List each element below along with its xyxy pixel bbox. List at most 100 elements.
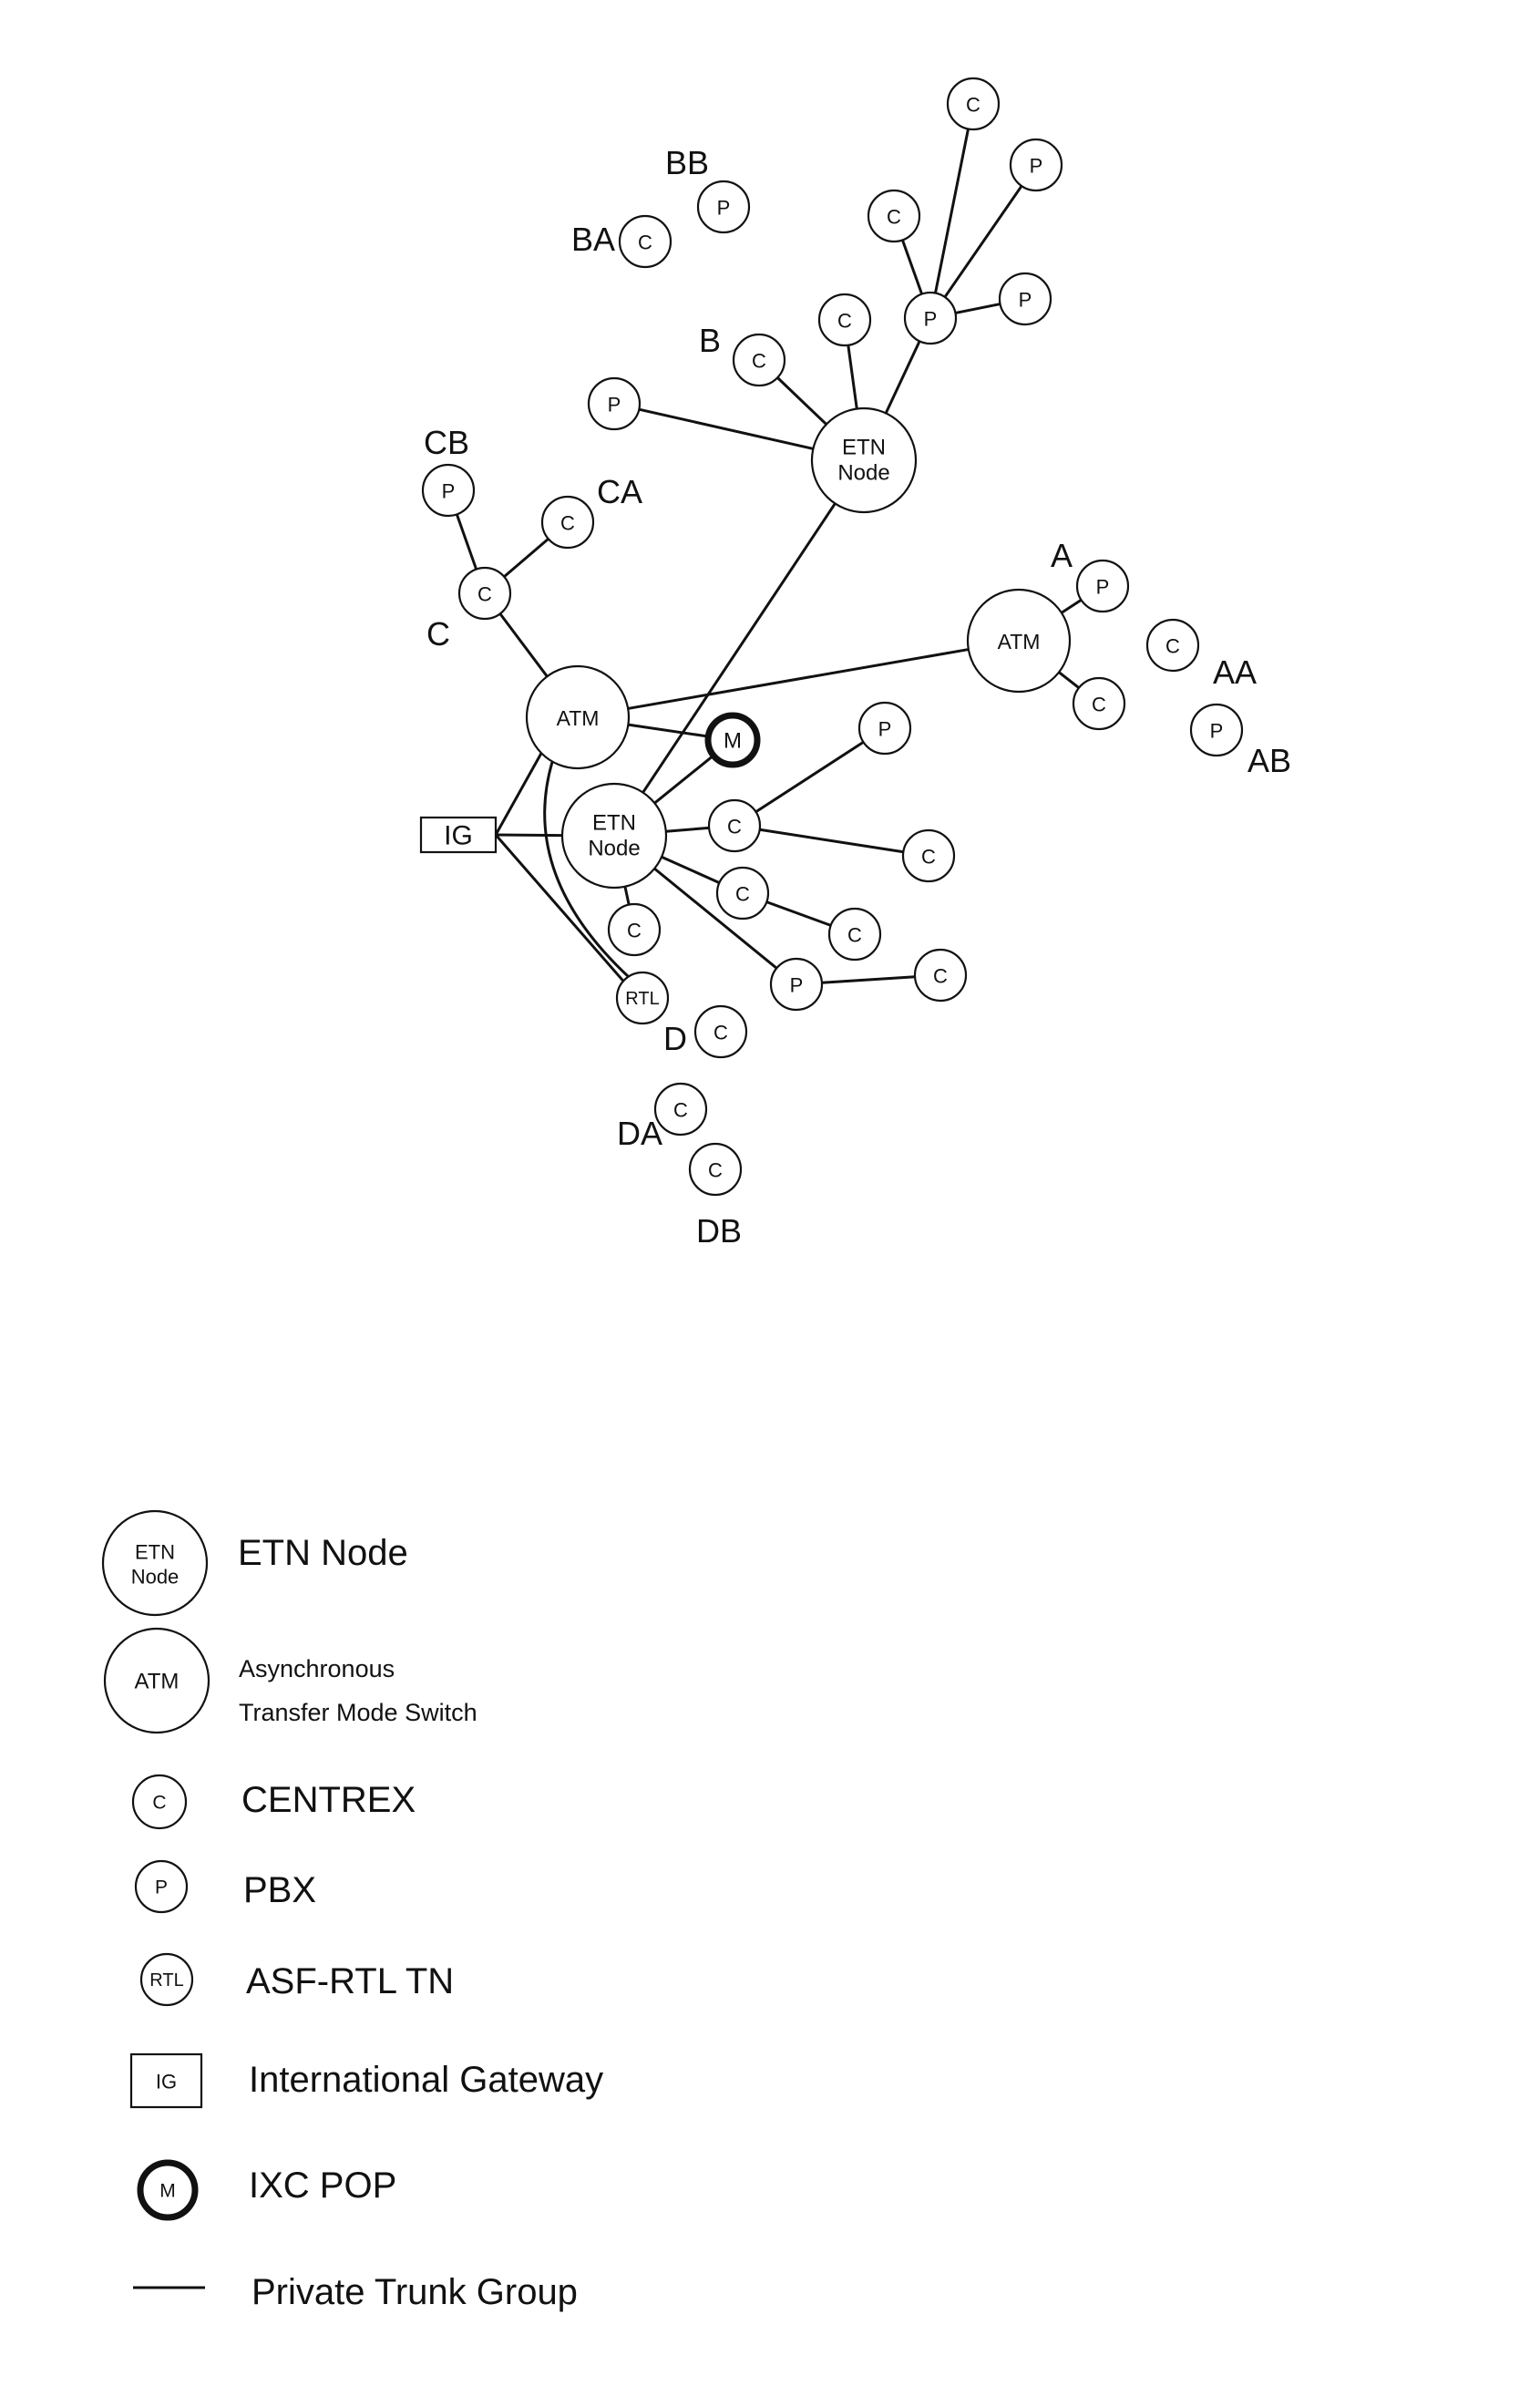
node-text: C: [1092, 694, 1106, 716]
pbx-node[interactable]: P: [1009, 138, 1063, 192]
centrex-node[interactable]: C: [1072, 676, 1126, 731]
legend-label: Transfer Mode Switch: [239, 1699, 477, 1726]
etn-node-icon: ETNNode: [101, 1509, 209, 1617]
centrex-node[interactable]: C: [913, 948, 968, 1003]
centrex-node[interactable]: C: [653, 1082, 708, 1137]
group-label-cb: CB: [424, 424, 469, 461]
legend-symbol-text: C: [152, 1793, 166, 1814]
legend-symbol-text: Node: [131, 1566, 180, 1589]
node-text: C: [966, 94, 980, 117]
centrex-node[interactable]: C: [1145, 618, 1200, 673]
node-text: C: [673, 1099, 688, 1122]
centrex-node[interactable]: C: [618, 214, 672, 269]
rtl-icon: RTL: [139, 1952, 194, 2007]
atm-node[interactable]: ATM: [966, 588, 1072, 694]
group-label-c: C: [426, 615, 450, 653]
pbx-node[interactable]: P: [1075, 559, 1130, 613]
trunk-edge-b_p_hub-b_p_r: [955, 303, 1001, 314]
trunk-edge-atm2-a_p: [1061, 599, 1083, 614]
centrex-node[interactable]: C: [946, 77, 1001, 131]
node-text: P: [608, 394, 621, 417]
centrex-node[interactable]: C: [693, 1004, 748, 1059]
centrex-node[interactable]: C: [867, 189, 921, 243]
group-label-bb: BB: [665, 144, 709, 181]
trunk-edge-l_c1-l_c1_far: [759, 828, 904, 854]
node-text: C: [847, 924, 862, 947]
group-label-a: A: [1051, 537, 1073, 574]
node-text: P: [1030, 155, 1043, 178]
centrex-node[interactable]: C: [688, 1142, 743, 1197]
node-text: C: [735, 883, 750, 906]
group-label-ba: BA: [571, 221, 615, 258]
trunk-edge-l_c2-l_c2_far: [765, 900, 832, 927]
trunk-edge-etn2-l_c1: [665, 826, 710, 833]
node-text: C: [727, 816, 742, 838]
ixc-pop-icon: M: [137, 2159, 199, 2221]
node-text: P: [1096, 576, 1110, 599]
node-text: ATM: [557, 706, 600, 730]
group-label-d: D: [663, 1020, 687, 1057]
centrex-node[interactable]: C: [827, 907, 882, 962]
ig-node[interactable]: IG: [419, 816, 498, 854]
centrex-node[interactable]: C: [901, 828, 956, 883]
group-label-db: DB: [696, 1212, 742, 1250]
trunk-edge-l_p_bottom-l_c_bottom_far: [821, 975, 916, 984]
pbx-node[interactable]: P: [998, 272, 1052, 326]
group-label-ca: CA: [597, 473, 642, 510]
centrex-node[interactable]: C: [707, 798, 762, 853]
rtl-node[interactable]: RTL: [615, 971, 670, 1025]
node-text: ETN: [592, 811, 636, 836]
pbx-node[interactable]: P: [1189, 703, 1244, 757]
legend-label: ETN Node: [238, 1533, 408, 1573]
legend-label: ASF-RTL TN: [246, 1961, 454, 2001]
centrex-node[interactable]: C: [732, 333, 786, 387]
node-text: M: [724, 729, 742, 754]
centrex-node[interactable]: C: [607, 902, 662, 957]
pbx-node[interactable]: P: [696, 180, 751, 234]
legend-item-trunk: Private Trunk Group: [133, 2272, 578, 2312]
trunk-edge-etn1-b_c: [776, 376, 827, 426]
network-nodes: ETNNodeETNNodeATMATMMIGRTLPCC PCCPPCPPCC P…: [419, 77, 1244, 1197]
trunk-edge-etn2-l_c2: [661, 855, 721, 884]
centrex-node[interactable]: C: [817, 293, 872, 347]
centrex-node[interactable]: C: [715, 866, 770, 921]
node-text: C: [477, 583, 492, 606]
legend-symbol-text: ATM: [135, 1670, 180, 1694]
trunk-edges: [455, 129, 1083, 984]
centrex-node[interactable]: C: [457, 566, 512, 621]
pbx-node[interactable]: P: [857, 701, 912, 756]
trunk-edge-ca_c-c_c: [503, 538, 549, 578]
trunk-edge-l_c1-l_p: [755, 740, 865, 814]
legend-item-etn: ETNNode ETN Node: [101, 1509, 408, 1617]
pbx-node[interactable]: P: [587, 376, 642, 431]
trunk-edge-ig-atm1: [494, 752, 543, 836]
legend-item-centrex: C CENTREX: [131, 1774, 416, 1830]
pbx-node[interactable]: P: [903, 291, 958, 345]
etn-node[interactable]: ETNNode: [810, 406, 918, 514]
legend-symbol-text: P: [155, 1877, 168, 1898]
centrex-node[interactable]: C: [540, 495, 595, 550]
legend-item-ixc: M IXC POP: [137, 2159, 396, 2221]
ixc-node[interactable]: M: [704, 712, 761, 768]
trunk-edge-etn1-b_p_hub: [884, 340, 921, 415]
node-text: P: [790, 974, 804, 997]
atm-node[interactable]: ATM: [525, 664, 631, 770]
etn-node[interactable]: ETNNode: [560, 782, 668, 890]
pbx-node[interactable]: P: [769, 957, 824, 1012]
gateway-icon: IG: [129, 2052, 203, 2109]
trunk-edge-cb_p-c_c: [455, 513, 478, 571]
trunk-edge-atm2-a_c: [1058, 671, 1080, 689]
node-text: C: [627, 920, 642, 942]
legend-label: IXC POP: [249, 2165, 396, 2206]
node-text: ATM: [998, 630, 1041, 653]
node-text: IG: [444, 821, 473, 851]
node-text: C: [1165, 635, 1180, 658]
node-text: RTL: [625, 989, 659, 1009]
legend-label: Asynchronous: [239, 1655, 395, 1682]
node-text: P: [924, 308, 938, 331]
network-diagram: ETNNodeETNNodeATMATMMIGRTLPCC PCCPPCPPCC P…: [101, 77, 1291, 2312]
trunk-edge-etn1-b_c2: [847, 345, 858, 409]
trunk-edge-etn1-b_p_left: [638, 407, 814, 450]
pbx-node[interactable]: P: [421, 463, 476, 518]
trunk-edge-atm1-atm2: [627, 648, 970, 710]
